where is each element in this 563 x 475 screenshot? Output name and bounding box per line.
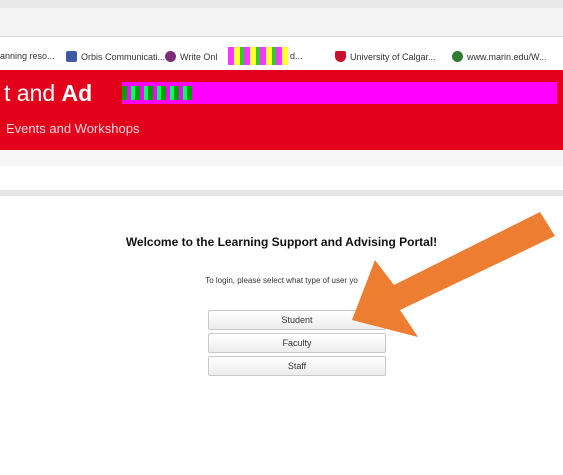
faculty-button[interactable]: Faculty bbox=[208, 333, 386, 353]
globe-icon bbox=[452, 51, 463, 62]
bookmark-marin[interactable]: www.marin.edu/W... bbox=[452, 51, 547, 62]
bookmark-label: Orbis Communicati... bbox=[81, 51, 166, 62]
bookmark-label: University of Calgar... bbox=[350, 51, 436, 62]
render-glitch bbox=[228, 47, 288, 65]
bookmark-write-online[interactable]: Write Onl bbox=[165, 51, 217, 62]
bookmark-label: d... bbox=[290, 51, 303, 61]
section-divider bbox=[0, 190, 563, 196]
bookmark-label: www.marin.edu/W... bbox=[467, 51, 547, 62]
bookmark-label: anning reso... bbox=[0, 51, 55, 61]
browser-tab-bar bbox=[0, 0, 563, 37]
bookmark-label: Write Onl bbox=[180, 51, 218, 62]
bookmark-orbis[interactable]: Orbis Communicati... bbox=[66, 51, 165, 62]
banner-subtitle: Events and Workshops bbox=[6, 121, 140, 136]
banner-title-start: t and bbox=[4, 80, 62, 106]
tab-strip bbox=[0, 0, 563, 8]
section-divider bbox=[0, 150, 563, 166]
staff-button[interactable]: Staff bbox=[208, 356, 386, 376]
student-button[interactable]: Student bbox=[208, 310, 386, 330]
render-glitch bbox=[122, 86, 192, 100]
orbis-logo-icon bbox=[66, 51, 77, 62]
write-online-icon bbox=[165, 51, 176, 62]
spacer bbox=[0, 166, 563, 190]
university-shield-icon bbox=[335, 51, 346, 62]
welcome-heading: Welcome to the Learning Support and Advi… bbox=[125, 235, 438, 249]
banner-title-bold: Ad bbox=[61, 80, 93, 106]
bookmark-learning-resources[interactable]: anning reso... bbox=[0, 51, 55, 61]
banner-title: t and Ad bbox=[4, 80, 92, 107]
login-prompt: To login, please select what type of use… bbox=[205, 276, 358, 285]
bookmark-university-calgary[interactable]: University of Calgar... bbox=[335, 51, 436, 62]
bookmark-item[interactable]: d... bbox=[290, 51, 303, 61]
